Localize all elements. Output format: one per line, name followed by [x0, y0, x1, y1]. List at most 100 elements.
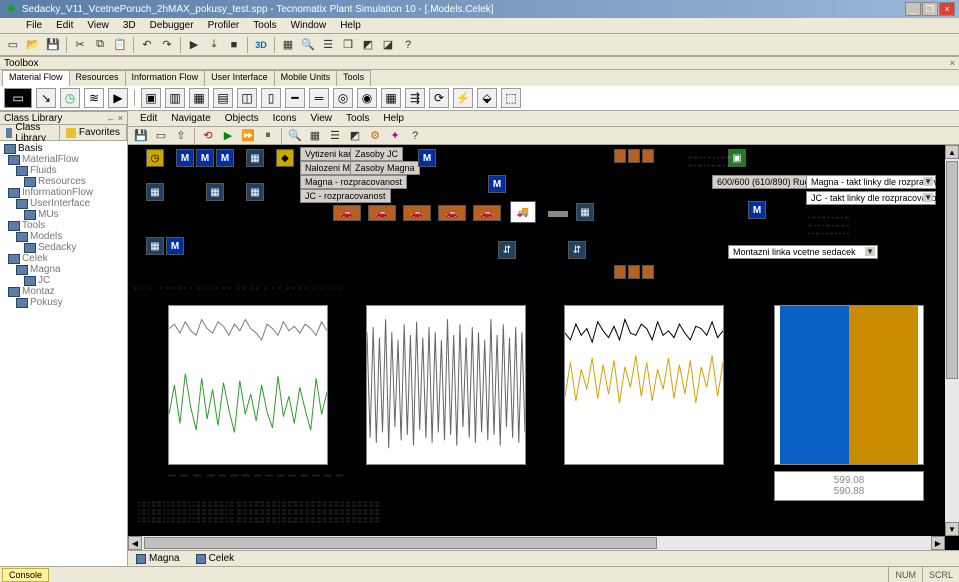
- sim-obj-m7[interactable]: M: [748, 201, 766, 219]
- sim-obj-m4[interactable]: M: [418, 149, 436, 167]
- tb-misc2[interactable]: ◪: [379, 36, 397, 54]
- tree-node[interactable]: Celek: [2, 253, 125, 264]
- minimize-button[interactable]: _: [905, 2, 921, 16]
- close-button[interactable]: ×: [939, 2, 955, 16]
- tree-node[interactable]: JC: [2, 275, 125, 286]
- mmenu-edit[interactable]: Edit: [134, 112, 163, 125]
- sim-obj-m5[interactable]: M: [488, 175, 506, 193]
- mtb-open[interactable]: ▭: [152, 127, 170, 145]
- toolbox-icon-misc[interactable]: ⬚: [501, 88, 521, 108]
- combo-takt-magna[interactable]: Magna - takt linky dle rozpracovanosti: [806, 175, 936, 189]
- toolbox-icon-buffer[interactable]: ▯: [261, 88, 281, 108]
- tree-node[interactable]: Tools: [2, 220, 125, 231]
- toolbox-icon-connector[interactable]: ↘: [36, 88, 56, 108]
- menu-debugger[interactable]: Debugger: [144, 19, 200, 32]
- mtb-layers[interactable]: ☰: [326, 127, 344, 145]
- console-tab[interactable]: Console: [2, 568, 49, 582]
- vscroll-down[interactable]: ▼: [945, 522, 959, 536]
- chart-bars[interactable]: [774, 305, 924, 465]
- sim-obj-t1[interactable]: ▦: [246, 149, 264, 167]
- mtb-pause[interactable]: ⏸: [259, 127, 277, 145]
- mmenu-help[interactable]: Help: [377, 112, 410, 125]
- toolbox-icon-drain[interactable]: ▶: [108, 88, 128, 108]
- tree-node[interactable]: Models: [2, 231, 125, 242]
- menu-tools[interactable]: Tools: [247, 19, 282, 32]
- tree-node[interactable]: Pokusy: [2, 297, 125, 308]
- tb-run[interactable]: ▶: [185, 36, 203, 54]
- menu-file[interactable]: File: [20, 19, 48, 32]
- sim-obj-m2[interactable]: M: [196, 149, 214, 167]
- tb-undo[interactable]: ↶: [138, 36, 156, 54]
- vscroll-up[interactable]: ▲: [945, 145, 959, 159]
- sim-obj-crate6[interactable]: [642, 265, 654, 279]
- toolbox-tab-mobileunits[interactable]: Mobile Units: [274, 70, 338, 86]
- classlib-close-icon[interactable]: ← ×: [106, 113, 123, 123]
- toolbox-icon-assembly[interactable]: ▦: [189, 88, 209, 108]
- toolbox-icon-parallelproc[interactable]: ▥: [165, 88, 185, 108]
- toolbox-icon-sorter[interactable]: ▦: [381, 88, 401, 108]
- sim-obj-row3-1[interactable]: ▦: [146, 237, 164, 255]
- mtb-misc4[interactable]: ?: [406, 127, 424, 145]
- mtb-grid[interactable]: ▦: [306, 127, 324, 145]
- menu-help[interactable]: Help: [334, 19, 367, 32]
- toolbox-icon-track[interactable]: ═: [309, 88, 329, 108]
- toolbox-icon-turntable[interactable]: ◎: [333, 88, 353, 108]
- tb-zoom[interactable]: 🔍: [299, 36, 317, 54]
- maximize-button[interactable]: ❐: [922, 2, 938, 16]
- toolbox-icon-cycle[interactable]: ⟳: [429, 88, 449, 108]
- toolbox-icon-line[interactable]: ━: [285, 88, 305, 108]
- toolbox-icon-store[interactable]: ◫: [237, 88, 257, 108]
- tree-node[interactable]: Sedacky: [2, 242, 125, 253]
- tree-node[interactable]: Fluids: [2, 165, 125, 176]
- toolbox-icon-turnplate[interactable]: ◉: [357, 88, 377, 108]
- menu-3d[interactable]: 3D: [117, 19, 142, 32]
- sim-obj-row3-end1[interactable]: ⇵: [498, 241, 516, 259]
- tree-node[interactable]: UserInterface: [2, 198, 125, 209]
- tree-root[interactable]: Basis: [2, 143, 125, 154]
- toolbox-close-icon[interactable]: ×: [950, 58, 955, 68]
- tb-redo[interactable]: ↷: [158, 36, 176, 54]
- toolbox-icon-frame[interactable]: ▭: [4, 88, 32, 108]
- mtb-misc2[interactable]: ⚙: [366, 127, 384, 145]
- tb-grid[interactable]: ▦: [279, 36, 297, 54]
- tb-step[interactable]: ⤓: [205, 36, 223, 54]
- mtb-ff[interactable]: ⏩: [239, 127, 257, 145]
- tree-node[interactable]: Montaz: [2, 286, 125, 297]
- toolbox-icon-flowcontrol[interactable]: ⇶: [405, 88, 425, 108]
- sim-obj-car2[interactable]: 🚗: [368, 205, 396, 221]
- hscroll-left[interactable]: ◀: [128, 536, 142, 550]
- model-tab-celek[interactable]: Celek: [192, 552, 239, 565]
- sim-obj-m3[interactable]: M: [216, 149, 234, 167]
- toolbox-tab-tools[interactable]: Tools: [336, 70, 371, 86]
- tree-node[interactable]: InformationFlow: [2, 187, 125, 198]
- mmenu-objects[interactable]: Objects: [219, 112, 265, 125]
- sim-obj-crate3[interactable]: [642, 149, 654, 163]
- mtb-save[interactable]: 💾: [132, 127, 150, 145]
- tree-node[interactable]: MaterialFlow: [2, 154, 125, 165]
- tb-layers[interactable]: ☰: [319, 36, 337, 54]
- mmenu-tools[interactable]: Tools: [340, 112, 375, 125]
- toolbox-icon-trigger[interactable]: ⚡: [453, 88, 473, 108]
- chart-black-yellow[interactable]: [564, 305, 724, 465]
- hscroll-right[interactable]: ▶: [931, 536, 945, 550]
- sim-obj-t2[interactable]: ▦: [576, 203, 594, 221]
- tb-paste[interactable]: 📋: [111, 36, 129, 54]
- menu-window[interactable]: Window: [285, 19, 333, 32]
- mtb-zoom[interactable]: 🔍: [286, 127, 304, 145]
- sim-obj-truck[interactable]: 🚚: [510, 201, 536, 223]
- tb-open[interactable]: 📂: [24, 36, 42, 54]
- sim-obj-g1[interactable]: ▣: [728, 149, 746, 167]
- toolbox-icon-crane[interactable]: ⬙: [477, 88, 497, 108]
- toolbox-icon-eventctrl[interactable]: ◷: [60, 88, 80, 108]
- tree-node[interactable]: Magna: [2, 264, 125, 275]
- sim-obj-row2-2[interactable]: ▦: [206, 183, 224, 201]
- sim-obj-row2-1[interactable]: ▦: [146, 183, 164, 201]
- mtb-reset[interactable]: ⟲: [199, 127, 217, 145]
- sim-obj-car5[interactable]: 🚗: [473, 205, 501, 221]
- sim-obj-crate5[interactable]: [628, 265, 640, 279]
- chart-dense-gray[interactable]: [366, 305, 526, 465]
- mtb-play[interactable]: ▶: [219, 127, 237, 145]
- sim-obj-m6[interactable]: M: [166, 237, 184, 255]
- toolbox-tab-materialflow[interactable]: Material Flow: [2, 70, 70, 86]
- tb-new[interactable]: ▭: [4, 36, 22, 54]
